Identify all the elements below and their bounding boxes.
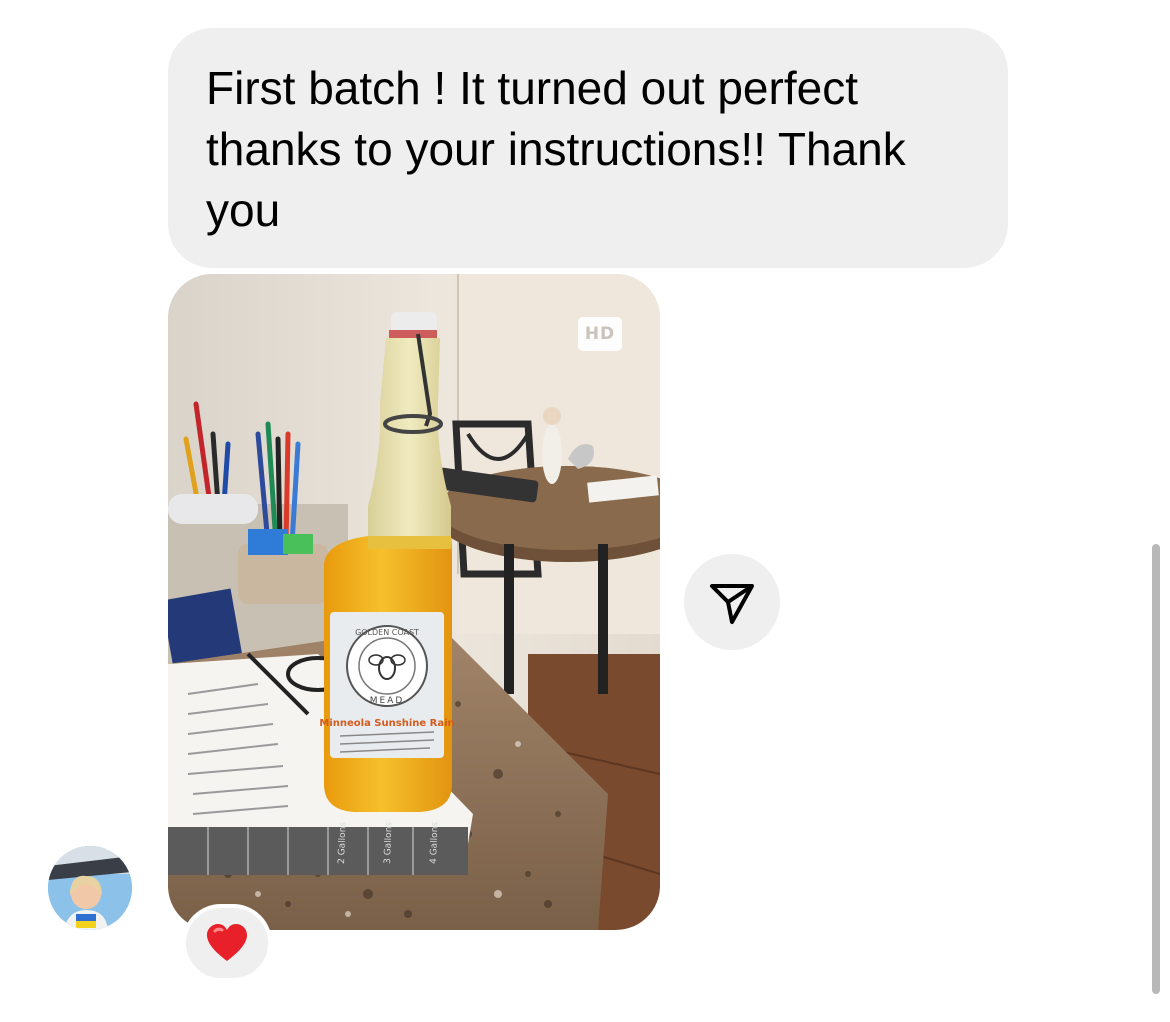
hd-badge: HD <box>578 317 622 351</box>
reaction-badge[interactable] <box>182 904 272 982</box>
photo-attachment[interactable]: 2 Gallons 3 Gallons 4 Gallons GOLDEN COA… <box>168 274 660 930</box>
avatar[interactable] <box>48 846 132 930</box>
message-text: First batch ! It turned out perfect than… <box>206 62 906 236</box>
scrollbar[interactable] <box>1152 544 1160 994</box>
chart-cell-2-gallons: 2 Gallons <box>337 821 348 864</box>
avatar-image <box>48 846 132 930</box>
photo-image: 2 Gallons 3 Gallons 4 Gallons GOLDEN COA… <box>168 274 660 930</box>
paper-plane-icon <box>710 584 754 624</box>
share-button[interactable] <box>684 554 780 650</box>
red-heart-icon <box>207 924 247 961</box>
label-subbrand: MEAD <box>370 696 405 706</box>
label-brand: GOLDEN COAST <box>355 628 419 637</box>
chart-cell-3-gallons: 3 Gallons <box>383 821 394 864</box>
message-bubble[interactable]: First batch ! It turned out perfect than… <box>168 28 1008 268</box>
message-thread: First batch ! It turned out perfect than… <box>0 0 1170 1022</box>
label-title: Minneola Sunshine Rain <box>319 718 454 729</box>
chart-cell-4-gallons: 4 Gallons <box>429 821 440 864</box>
